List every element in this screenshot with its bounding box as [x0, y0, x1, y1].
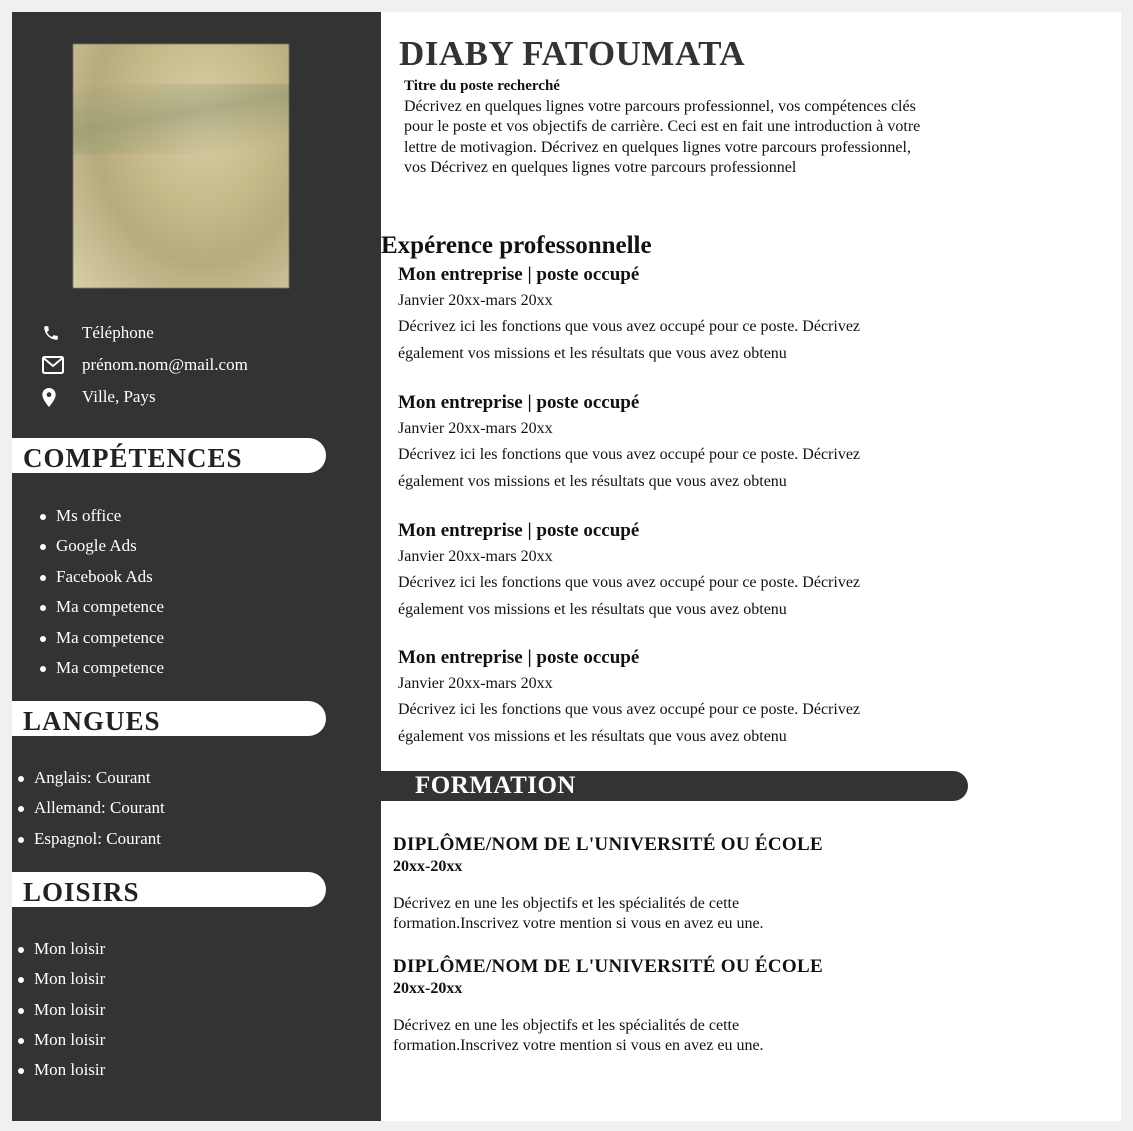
list-item: Allemand: Courant	[18, 793, 165, 823]
location-text: Ville, Pays	[82, 387, 156, 406]
envelope-icon	[40, 356, 82, 374]
education-years: 20xx-20xx	[393, 980, 463, 997]
experience-entry: Mon entreprise | poste occupé Janvier 20…	[398, 262, 868, 367]
skills-list: Ms office Google Ads Facebook Ads Ma com…	[39, 501, 164, 683]
education-degree: DIPLÔME/NOM DE L'UNIVERSITÉ OU ÉCOLE	[393, 834, 823, 855]
experience-dates: Janvier 20xx-mars 20xx	[398, 675, 553, 692]
skills-heading: COMPÉTENCES	[12, 438, 326, 473]
list-item: Mon loisir	[17, 964, 105, 994]
experience-dates: Janvier 20xx-mars 20xx	[398, 292, 553, 309]
experience-description: Décrivez ici les fonctions que vous avez…	[398, 701, 861, 745]
list-item: Mon loisir	[17, 1025, 105, 1055]
experience-entry: Mon entreprise | poste occupé Janvier 20…	[398, 645, 868, 750]
contact-location: Ville, Pays	[40, 381, 248, 413]
list-item: Anglais: Courant	[18, 763, 165, 793]
experience-description: Décrivez ici les fonctions que vous avez…	[398, 574, 861, 618]
email-text: prénom.nom@mail.com	[82, 355, 248, 374]
hobbies-heading: LOISIRS	[12, 872, 326, 907]
contact-phone: Téléphone	[40, 317, 248, 349]
education-description: Décrivez en une les objectifs et les spé…	[393, 895, 764, 933]
experience-description: Décrivez ici les fonctions que vous avez…	[398, 318, 861, 362]
list-item: Ma competence	[39, 623, 164, 653]
list-item: Ma competence	[39, 592, 164, 622]
education-heading: FORMATION	[381, 771, 968, 801]
job-title: Titre du poste recherché	[404, 78, 560, 94]
education-degree: DIPLÔME/NOM DE L'UNIVERSITÉ OU ÉCOLE	[393, 956, 823, 977]
sidebar: Téléphone prénom.nom@mail.com Ville, Pay…	[12, 12, 381, 1121]
experience-company: Mon entreprise | poste occupé	[398, 392, 640, 413]
experience-company: Mon entreprise | poste occupé	[398, 520, 640, 541]
candidate-name: DIABY FATOUMATA	[399, 34, 746, 73]
experience-entry: Mon entreprise | poste occupé Janvier 20…	[398, 518, 868, 623]
phone-icon	[40, 324, 82, 342]
education-entry: DIPLÔME/NOM DE L'UNIVERSITÉ OU ÉCOLE 20x…	[393, 956, 993, 1057]
phone-text: Téléphone	[82, 323, 154, 342]
resume-page: Téléphone prénom.nom@mail.com Ville, Pay…	[12, 12, 1121, 1121]
languages-list: Anglais: Courant Allemand: Courant Espag…	[18, 763, 165, 854]
hobbies-list: Mon loisir Mon loisir Mon loisir Mon loi…	[17, 934, 105, 1085]
list-item: Ma competence	[39, 653, 164, 683]
list-item: Espagnol: Courant	[18, 824, 165, 854]
languages-heading: LANGUES	[12, 701, 326, 736]
experience-description: Décrivez ici les fonctions que vous avez…	[398, 446, 861, 490]
experience-company: Mon entreprise | poste occupé	[398, 647, 640, 668]
list-item: Mon loisir	[17, 1055, 105, 1085]
experience-entry: Mon entreprise | poste occupé Janvier 20…	[398, 390, 868, 495]
education-description: Décrivez en une les objectifs et les spé…	[393, 1017, 764, 1055]
list-item: Mon loisir	[17, 934, 105, 964]
contact-info: Téléphone prénom.nom@mail.com Ville, Pay…	[40, 317, 248, 413]
experience-dates: Janvier 20xx-mars 20xx	[398, 420, 553, 437]
profile-photo	[73, 44, 289, 288]
experience-company: Mon entreprise | poste occupé	[398, 264, 640, 285]
contact-email: prénom.nom@mail.com	[40, 349, 248, 381]
experience-heading: Expérence professonnelle	[381, 232, 652, 259]
list-item: Facebook Ads	[39, 562, 164, 592]
main-content: DIABY FATOUMATA Titre du poste recherché…	[381, 12, 1121, 1121]
list-item: Mon loisir	[17, 995, 105, 1025]
education-years: 20xx-20xx	[393, 858, 463, 875]
list-item: Google Ads	[39, 531, 164, 561]
map-pin-icon	[40, 387, 82, 407]
experience-dates: Janvier 20xx-mars 20xx	[398, 548, 553, 565]
education-entry: DIPLÔME/NOM DE L'UNIVERSITÉ OU ÉCOLE 20x…	[393, 834, 993, 935]
intro-paragraph: Décrivez en quelques lignes votre parcou…	[404, 98, 921, 177]
list-item: Ms office	[39, 501, 164, 531]
